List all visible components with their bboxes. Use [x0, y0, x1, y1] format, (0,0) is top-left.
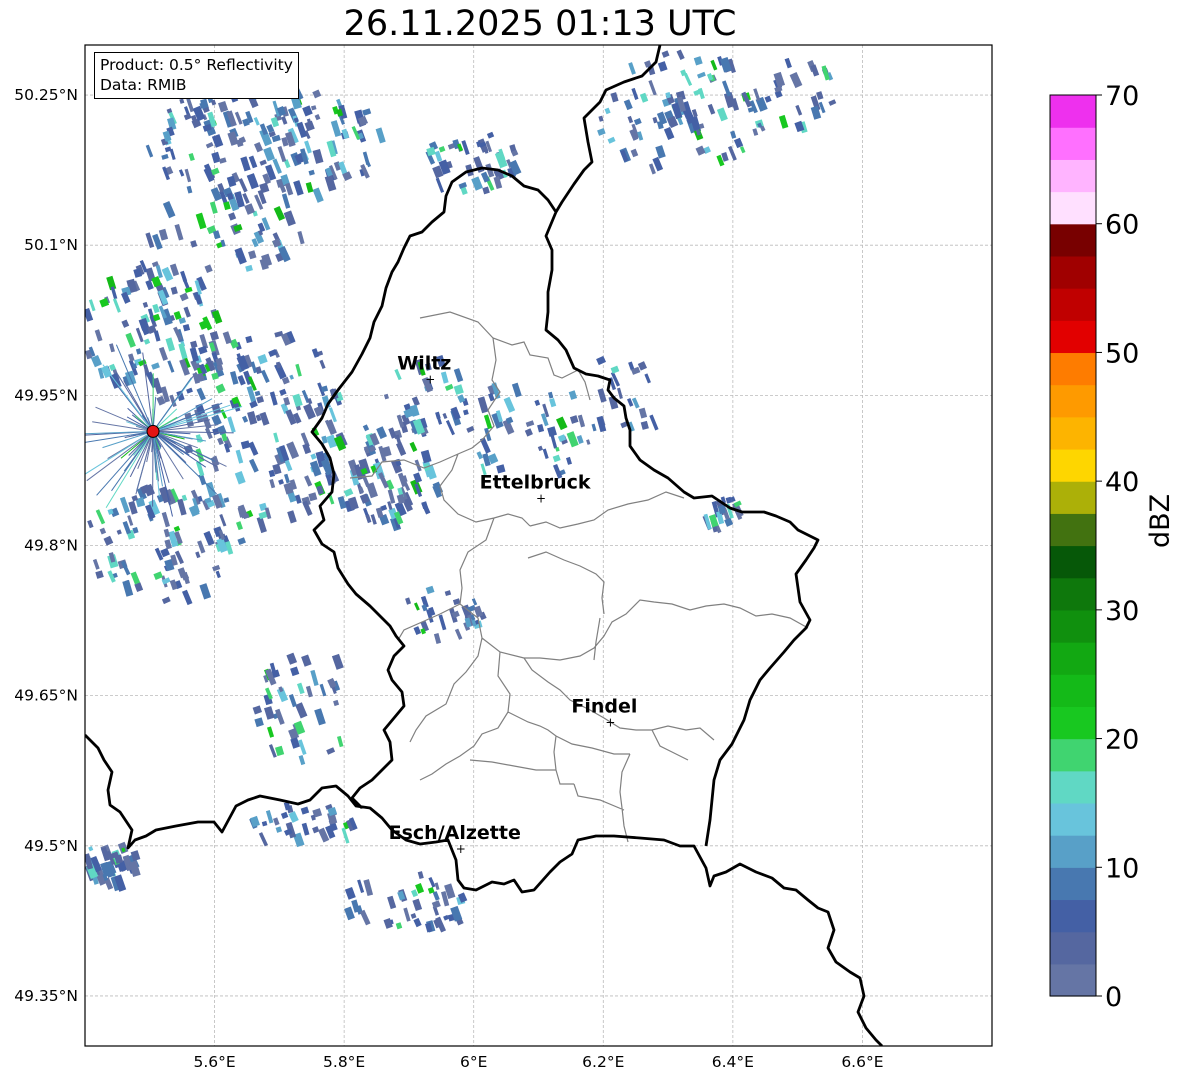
city-label: Wiltz: [397, 352, 451, 374]
lon-tick-label: 6.2°E: [582, 1053, 624, 1071]
colorbar: 0 10 20 30 40 50 60 70: [1049, 81, 1139, 1013]
colorbar-segment: [1050, 642, 1096, 675]
city-marker: +: [425, 372, 435, 386]
colorbar-segment: [1050, 770, 1096, 804]
colorbar-segment: [1050, 288, 1096, 321]
city-label: Ettelbruck: [480, 471, 591, 493]
radar-map: +Wiltz+Ettelbruck+Findel+Esch/Alzette 50…: [14, 44, 1139, 1071]
lat-tick-label: 50.25°N: [14, 86, 78, 104]
lon-tick-label: 5.6°E: [193, 1053, 235, 1071]
city-label: Esch/Alzette: [389, 822, 521, 844]
colorbar-tick-label: 30: [1105, 596, 1139, 627]
product-info-box: Product: 0.5° Reflectivity Data: RMIB: [94, 52, 299, 99]
colorbar-segment: [1050, 867, 1096, 901]
city-label: Findel: [571, 696, 637, 718]
lon-tick-label: 6°E: [460, 1053, 487, 1071]
lat-tick-label: 49.95°N: [14, 386, 78, 404]
colorbar-segment: [1050, 931, 1096, 965]
colorbar-segment: [1050, 609, 1096, 643]
lon-tick-label: 6.6°E: [841, 1053, 883, 1071]
colorbar-tick-label: 0: [1105, 982, 1122, 1013]
lat-tick-label: 50.1°N: [24, 236, 78, 254]
colorbar-segment: [1050, 481, 1096, 514]
lon-tick-label: 6.4°E: [712, 1053, 754, 1071]
radar-site-marker: [146, 424, 160, 438]
colorbar-segment: [1050, 352, 1096, 386]
city-marker: +: [456, 842, 466, 856]
data-source-label: Data: RMIB: [100, 76, 187, 94]
colorbar-segment: [1050, 513, 1096, 547]
city-marker: +: [605, 716, 615, 730]
colorbar-segment: [1050, 159, 1096, 193]
colorbar-segment: [1050, 127, 1096, 160]
colorbar-segment: [1050, 899, 1096, 933]
colorbar-segment: [1050, 416, 1096, 450]
colorbar-tick-label: 50: [1105, 338, 1139, 369]
colorbar-segment: [1050, 802, 1096, 836]
colorbar-segment: [1050, 577, 1096, 611]
colorbar-tick-label: 70: [1105, 81, 1139, 112]
colorbar-unit-label: dBZ: [1145, 493, 1176, 548]
colorbar-tick-label: 20: [1105, 725, 1139, 756]
colorbar-segment: [1050, 706, 1096, 740]
lon-tick-label: 5.8°E: [323, 1053, 365, 1071]
colorbar-segment: [1050, 835, 1096, 868]
colorbar-segment: [1050, 545, 1096, 579]
radar-site-dot: [146, 424, 160, 438]
colorbar-segment: [1050, 95, 1096, 128]
city-marker: +: [536, 491, 546, 505]
colorbar-segment: [1050, 963, 1096, 997]
colorbar-tick-label: 10: [1105, 853, 1139, 884]
colorbar-segment: [1050, 223, 1096, 257]
lat-tick-label: 49.35°N: [14, 987, 78, 1005]
colorbar-segment: [1050, 320, 1096, 354]
colorbar-segment: [1050, 674, 1096, 707]
colorbar-segment: [1050, 738, 1096, 772]
colorbar-tick-label: 40: [1105, 467, 1139, 498]
product-label: Product: 0.5° Reflectivity: [100, 56, 293, 74]
lat-tick-label: 49.8°N: [24, 537, 78, 555]
colorbar-segment: [1050, 255, 1096, 289]
colorbar-segment: [1050, 191, 1096, 225]
colorbar-tick-label: 60: [1105, 210, 1139, 241]
colorbar-segment: [1050, 448, 1096, 482]
lat-tick-label: 49.65°N: [14, 687, 78, 705]
colorbar-segment: [1050, 384, 1096, 418]
lat-tick-label: 49.5°N: [24, 837, 78, 855]
